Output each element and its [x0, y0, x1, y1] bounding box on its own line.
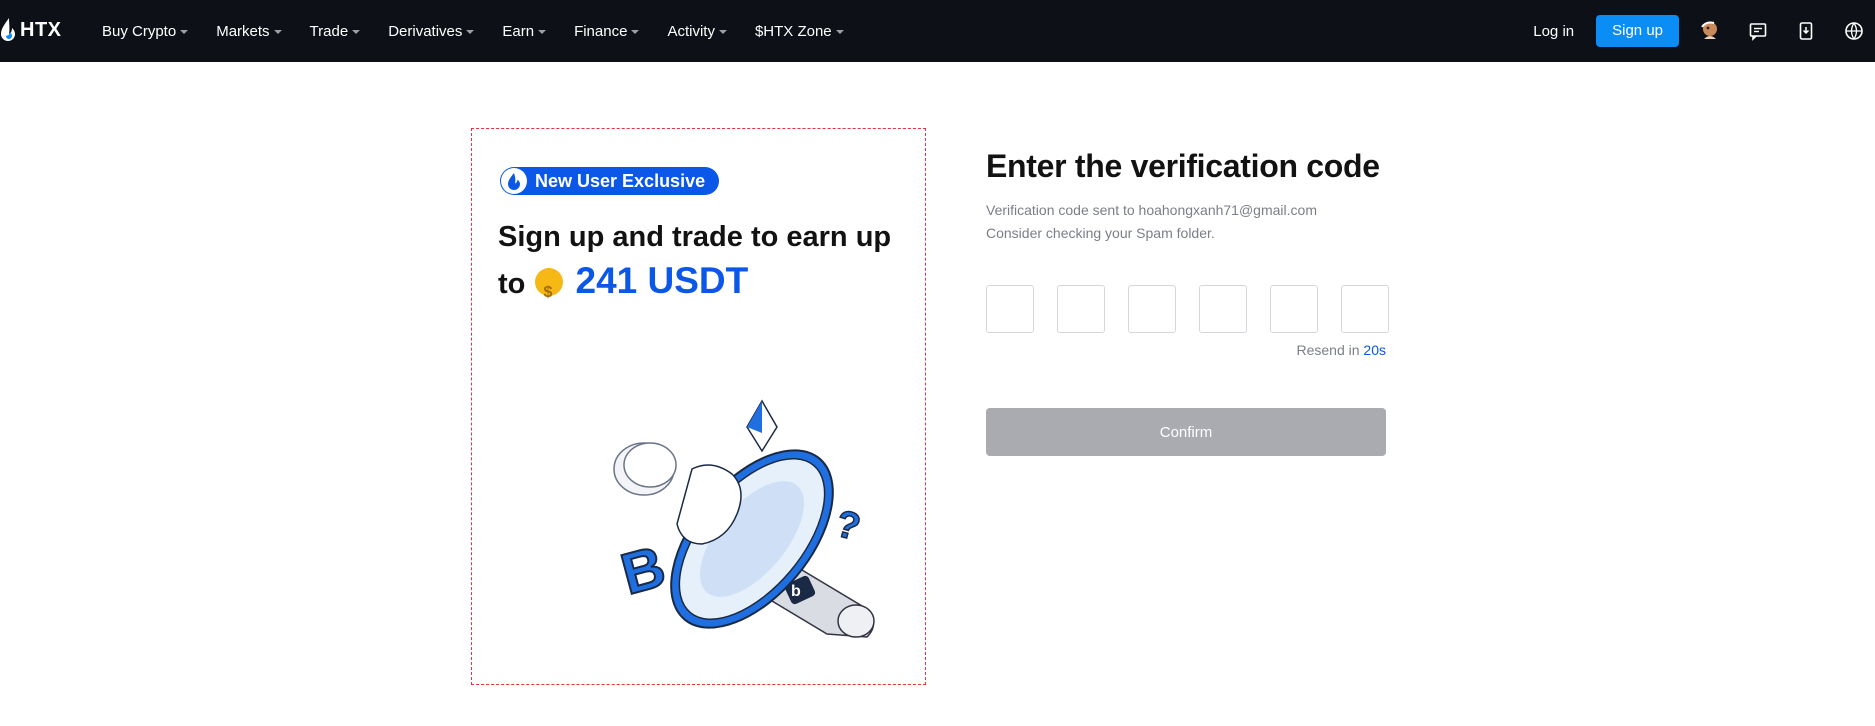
chevron-down-icon	[180, 30, 189, 34]
menu-label: Markets	[216, 22, 270, 40]
code-digit-3[interactable]	[1128, 285, 1176, 333]
menu-trade[interactable]: Trade	[310, 23, 361, 40]
menu-label: Trade	[309, 22, 349, 40]
code-digit-1[interactable]	[986, 285, 1034, 333]
htx-logo[interactable]: HTX	[0, 14, 62, 46]
chevron-down-icon	[352, 30, 361, 34]
code-digit-5[interactable]	[1270, 285, 1318, 333]
svg-text:B: B	[615, 534, 672, 608]
page-title: Enter the verification code	[986, 148, 1380, 184]
download-icon[interactable]	[1793, 18, 1819, 44]
promo-title: Sign up and trade to earn up to 241 USDT	[498, 215, 908, 315]
nav-actions: Log in Sign up	[1533, 0, 1875, 62]
menu-finance[interactable]: Finance	[574, 22, 640, 40]
resend-countdown: Resend in 20s	[986, 342, 1386, 358]
coin-icon	[535, 268, 564, 315]
chevron-down-icon	[631, 30, 640, 34]
badge-label: New User Exclusive	[535, 170, 706, 191]
spam-hint-text: Consider checking your Spam folder.	[986, 225, 1215, 241]
chevron-down-icon	[273, 30, 282, 34]
sent-to-text: Verification code sent to hoahongxanh71@…	[986, 202, 1317, 218]
flame-icon	[501, 168, 527, 194]
menu-htx-zone[interactable]: $HTX Zone	[755, 23, 844, 40]
new-user-badge: New User Exclusive	[500, 167, 720, 195]
menu-label: Earn	[502, 22, 535, 40]
svg-text:?: ?	[831, 503, 864, 550]
menu-label: Derivatives	[388, 22, 463, 40]
code-digit-4[interactable]	[1199, 285, 1247, 333]
brand-name: HTX	[20, 18, 62, 41]
code-inputs	[986, 285, 1389, 333]
menu-earn[interactable]: Earn	[502, 22, 547, 40]
signup-button[interactable]: Sign up	[1596, 15, 1679, 47]
chevron-down-icon	[466, 30, 475, 34]
svg-text:b: b	[791, 583, 801, 600]
menu-markets[interactable]: Markets	[216, 22, 282, 40]
menu-derivatives[interactable]: Derivatives	[388, 22, 475, 40]
code-digit-6[interactable]	[1341, 285, 1389, 333]
form-subtitle: Verification code sent to hoahongxanh71@…	[986, 199, 1386, 245]
megaphone-illustration: b B ?	[613, 399, 875, 638]
menu-activity[interactable]: Activity	[667, 23, 727, 40]
menu-label: Activity	[667, 22, 715, 40]
chevron-down-icon	[718, 30, 727, 34]
menu-label: Buy Crypto	[102, 22, 177, 40]
menu-label: $HTX Zone	[754, 22, 832, 40]
menu-label: Finance	[574, 22, 628, 40]
resend-label: Resend in	[1296, 342, 1360, 358]
resend-timer: 20s	[1363, 342, 1386, 358]
promo-card: New User Exclusive Sign up and trade to …	[471, 128, 926, 685]
avatar-icon[interactable]	[1697, 18, 1723, 44]
globe-icon[interactable]	[1841, 18, 1867, 44]
confirm-button[interactable]: Confirm	[986, 408, 1386, 456]
menu-buy-crypto[interactable]: Buy Crypto	[102, 22, 189, 40]
code-digit-2[interactable]	[1057, 285, 1105, 333]
login-link[interactable]: Log in	[1533, 23, 1574, 40]
promo-amount: 241 USDT	[575, 260, 749, 301]
top-nav: HTX Buy Crypto Markets Trade Derivatives…	[0, 0, 1875, 62]
chevron-down-icon	[538, 30, 547, 34]
verification-form: Enter the verification code Verification…	[986, 148, 1389, 456]
flame-icon	[0, 16, 16, 44]
message-icon[interactable]	[1745, 18, 1771, 44]
chevron-down-icon	[835, 30, 844, 34]
main-menu: Buy Crypto Markets Trade Derivatives Ear…	[102, 0, 872, 62]
